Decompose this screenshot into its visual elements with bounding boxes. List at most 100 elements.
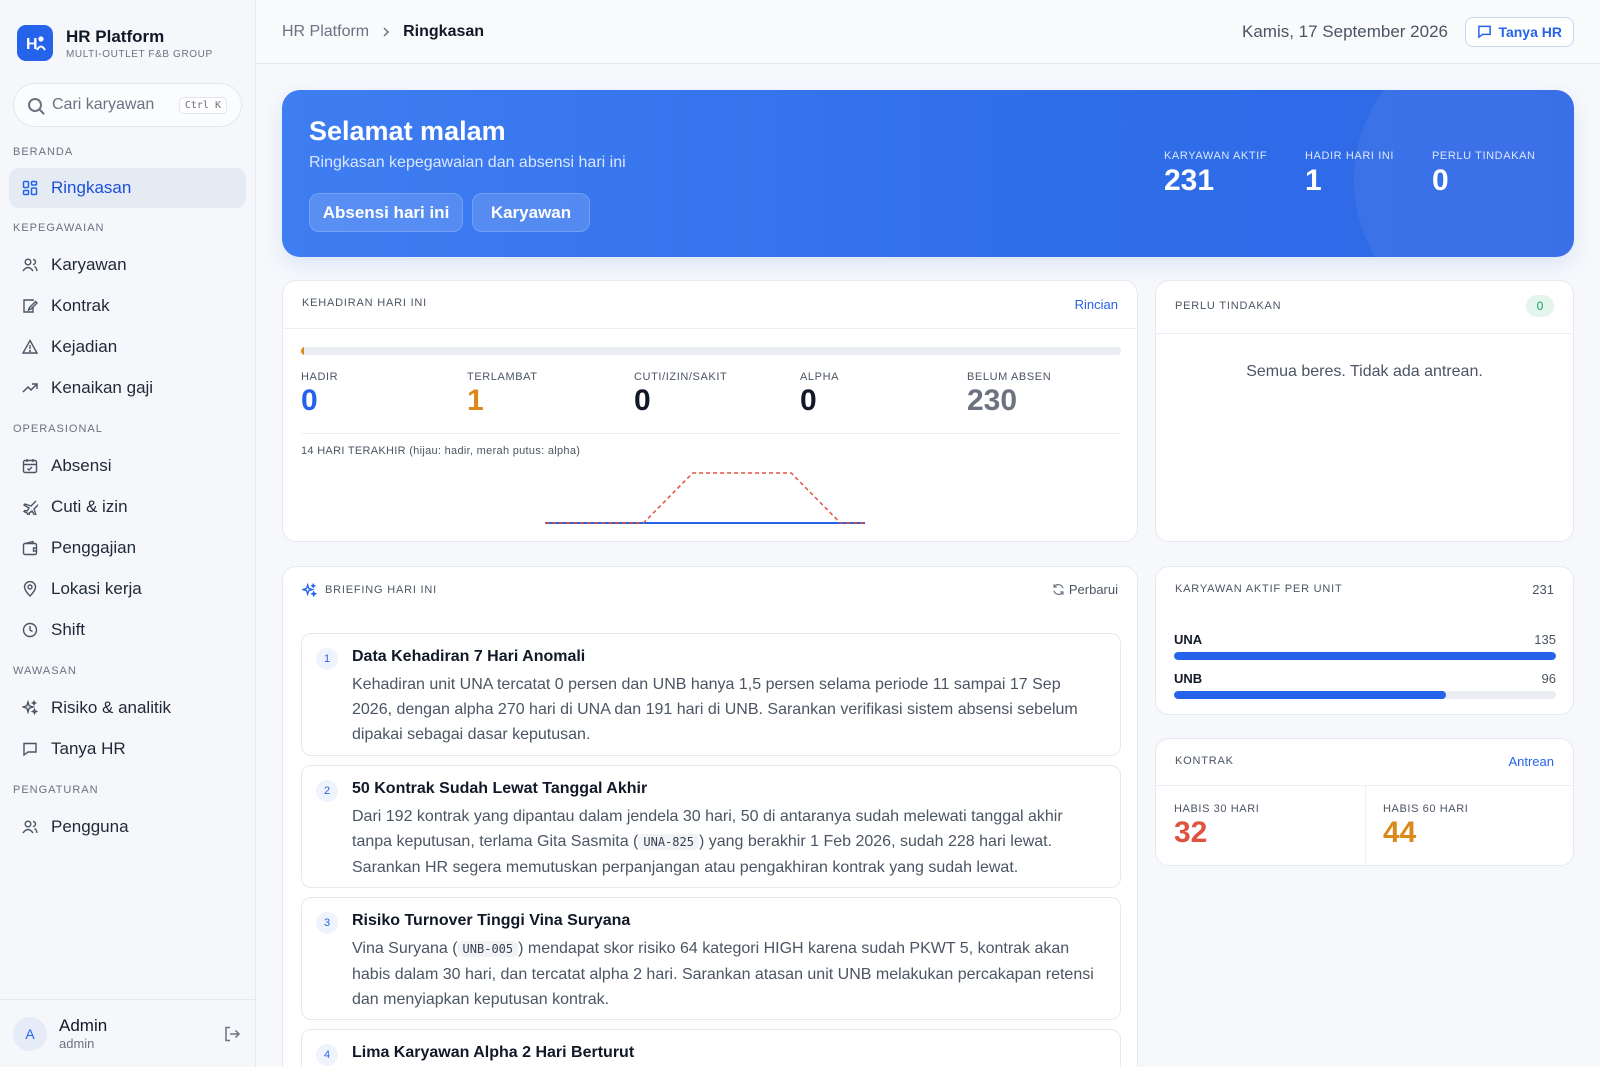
users-icon [22, 819, 38, 835]
att-stat-belum-absen: BELUM ABSEN 230 [967, 371, 1051, 418]
briefing-item-title: 50 Kontrak Sudah Lewat Tanggal Akhir [352, 780, 648, 797]
att-stat-value: 0 [634, 384, 651, 417]
sidebar-item-kontrak[interactable]: Kontrak [9, 286, 246, 326]
sidebar-item-label: Kenaikan gaji [51, 378, 154, 397]
attendance-title: KEHADIRAN HARI INI [302, 297, 428, 309]
sidebar-item-risiko-analitik[interactable]: Risiko & analitik [9, 688, 246, 728]
dashboard-icon [22, 180, 38, 196]
nav-section-wawasan: WAWASAN [13, 665, 77, 677]
att-stat-value: 0 [800, 384, 817, 417]
needs-action-card: PERLU TINDAKAN 0 Semua beres. Tidak ada … [1155, 280, 1574, 542]
map-pin-icon [22, 581, 38, 597]
needs-action-title: PERLU TINDAKAN [1175, 300, 1282, 312]
sparkles-icon [22, 700, 38, 716]
contracts-30-days[interactable]: HABIS 30 HARI 32 [1174, 803, 1259, 850]
needs-action-count-badge: 0 [1526, 295, 1554, 317]
attendance-progress-fill [301, 347, 305, 355]
briefing-item[interactable]: 1 Data Kehadiran 7 Hari Anomali Kehadira… [301, 633, 1121, 756]
att-stat-value: 230 [967, 384, 1018, 417]
attendance-details-link[interactable]: Rincian [1075, 297, 1118, 312]
sidebar-item-tanya-hr[interactable]: Tanya HR [9, 729, 246, 769]
stat-active-employees: KARYAWAN AKTIF 231 [1164, 150, 1267, 198]
stat-value: 231 [1164, 164, 1215, 197]
sidebar-item-penggajian[interactable]: Penggajian [9, 528, 246, 568]
sidebar-item-kenaikan-gaji[interactable]: Kenaikan gaji [9, 368, 246, 408]
unit-name: UNA [1174, 632, 1203, 647]
sidebar-item-pengguna[interactable]: Pengguna [9, 807, 246, 847]
sparkles-icon [300, 582, 318, 603]
att-stat-hadir: HADIR 0 [301, 371, 338, 418]
briefing-card: BRIEFING HARI INI Perbarui 1 Data Kehadi… [282, 566, 1138, 1067]
employees-per-unit-card: KARYAWAN AKTIF PER UNIT 231 UNA 135 UNB … [1155, 566, 1574, 715]
stat-label: HADIR HARI INI [1305, 150, 1395, 162]
unit-row-unb: UNB 96 [1174, 671, 1556, 699]
stat-needs-action: PERLU TINDAKAN 0 [1432, 150, 1536, 198]
chat-icon [1478, 25, 1492, 39]
sidebar: H HR Platform MULTI-OUTLET F&B GROUP Car… [0, 0, 256, 1067]
greeting-title: Selamat malam [309, 116, 506, 146]
warning-icon [22, 339, 38, 355]
briefing-item[interactable]: 2 50 Kontrak Sudah Lewat Tanggal Akhir D… [301, 765, 1121, 888]
att-stat-label: BELUM ABSEN [967, 371, 1052, 383]
search-input[interactable]: Cari karyawan Ctrl K [13, 83, 242, 127]
contracts-card: KONTRAK Antrean HABIS 30 HARI 32 HABIS 6… [1155, 738, 1574, 866]
units-total: 231 [1532, 582, 1554, 597]
stat-value: 0 [1432, 164, 1449, 197]
attendance-today-button[interactable]: Absensi hari ini [309, 193, 463, 232]
contract-stat-label: HABIS 30 HARI [1174, 803, 1260, 815]
sidebar-item-karyawan[interactable]: Karyawan [9, 245, 246, 285]
brand-subtitle: MULTI-OUTLET F&B GROUP [66, 48, 213, 60]
sidebar-item-label: Risiko & analitik [51, 698, 171, 717]
att-stat-label: ALPHA [800, 371, 840, 383]
att-stat-terlambat: TERLAMBAT 1 [467, 371, 538, 418]
refresh-icon [1053, 584, 1064, 595]
sidebar-item-cuti-izin[interactable]: Cuti & izin [9, 487, 246, 527]
briefing-item-title: Data Kehadiran 7 Hari Anomali [352, 648, 586, 665]
sidebar-item-label: Kejadian [51, 337, 118, 356]
sidebar-item-absensi[interactable]: Absensi [9, 446, 246, 486]
briefing-item[interactable]: 3 Risiko Turnover Tinggi Vina Suryana Vi… [301, 897, 1121, 1020]
briefing-item-body: Kehadiran unit UNA tercatat 0 persen dan… [352, 676, 1078, 743]
breadcrumb-root[interactable]: HR Platform [282, 23, 369, 41]
plane-icon [22, 499, 38, 515]
clock-icon [22, 622, 38, 638]
att-stat-cuti: CUTI/IZIN/SAKIT 0 [634, 371, 727, 418]
refresh-label: Perbarui [1068, 582, 1118, 597]
sidebar-item-shift[interactable]: Shift [9, 610, 246, 650]
sidebar-item-label: Pengguna [51, 817, 129, 836]
sidebar-item-ringkasan[interactable]: Ringkasan [9, 168, 246, 208]
brand: H HR Platform MULTI-OUTLET F&B GROUP [0, 0, 255, 70]
sidebar-item-label: Penggajian [51, 538, 137, 557]
brand-logo: H [17, 25, 53, 61]
employee-code: UNB-005 [457, 941, 519, 957]
contract-stat-value: 44 [1383, 816, 1417, 849]
sidebar-item-label: Shift [51, 620, 86, 639]
ask-hr-button[interactable]: Tanya HR [1465, 16, 1574, 47]
employees-button[interactable]: Karyawan [472, 193, 590, 232]
divider [1365, 785, 1366, 865]
calendar-icon [22, 458, 38, 474]
users-icon [22, 257, 38, 273]
nav-section-operasional: OPERASIONAL [13, 423, 103, 435]
briefing-item-title: Lima Karyawan Alpha 2 Hari Berturut [352, 1044, 635, 1061]
briefing-item-title: Risiko Turnover Tinggi Vina Suryana [352, 912, 631, 929]
sidebar-item-lokasi-kerja[interactable]: Lokasi kerja [9, 569, 246, 609]
sidebar-item-kejadian[interactable]: Kejadian [9, 327, 246, 367]
svg-text:H: H [26, 36, 38, 53]
briefing-item-number: 2 [316, 780, 338, 802]
welcome-banner: Selamat malam Ringkasan kepegawaian dan … [282, 90, 1574, 257]
contracts-queue-link[interactable]: Antrean [1508, 754, 1554, 769]
logout-icon[interactable] [223, 1025, 241, 1043]
refresh-button[interactable]: Perbarui [1052, 582, 1118, 597]
contracts-60-days[interactable]: HABIS 60 HARI 44 [1383, 803, 1468, 850]
chevron-right-icon [381, 24, 391, 40]
empty-state-text: Semua beres. Tidak ada antrean. [1246, 363, 1483, 380]
sidebar-item-label: Cuti & izin [51, 497, 128, 516]
unit-count: 96 [1541, 671, 1556, 686]
contract-stat-value: 32 [1174, 816, 1208, 849]
unit-bar [1174, 691, 1556, 699]
contracts-title: KONTRAK [1175, 755, 1234, 767]
attendance-progress-bar [301, 347, 1121, 355]
briefing-item[interactable]: 4 Lima Karyawan Alpha 2 Hari Berturut [301, 1029, 1121, 1067]
nav-section-pengaturan: PENGATURAN [13, 784, 99, 796]
